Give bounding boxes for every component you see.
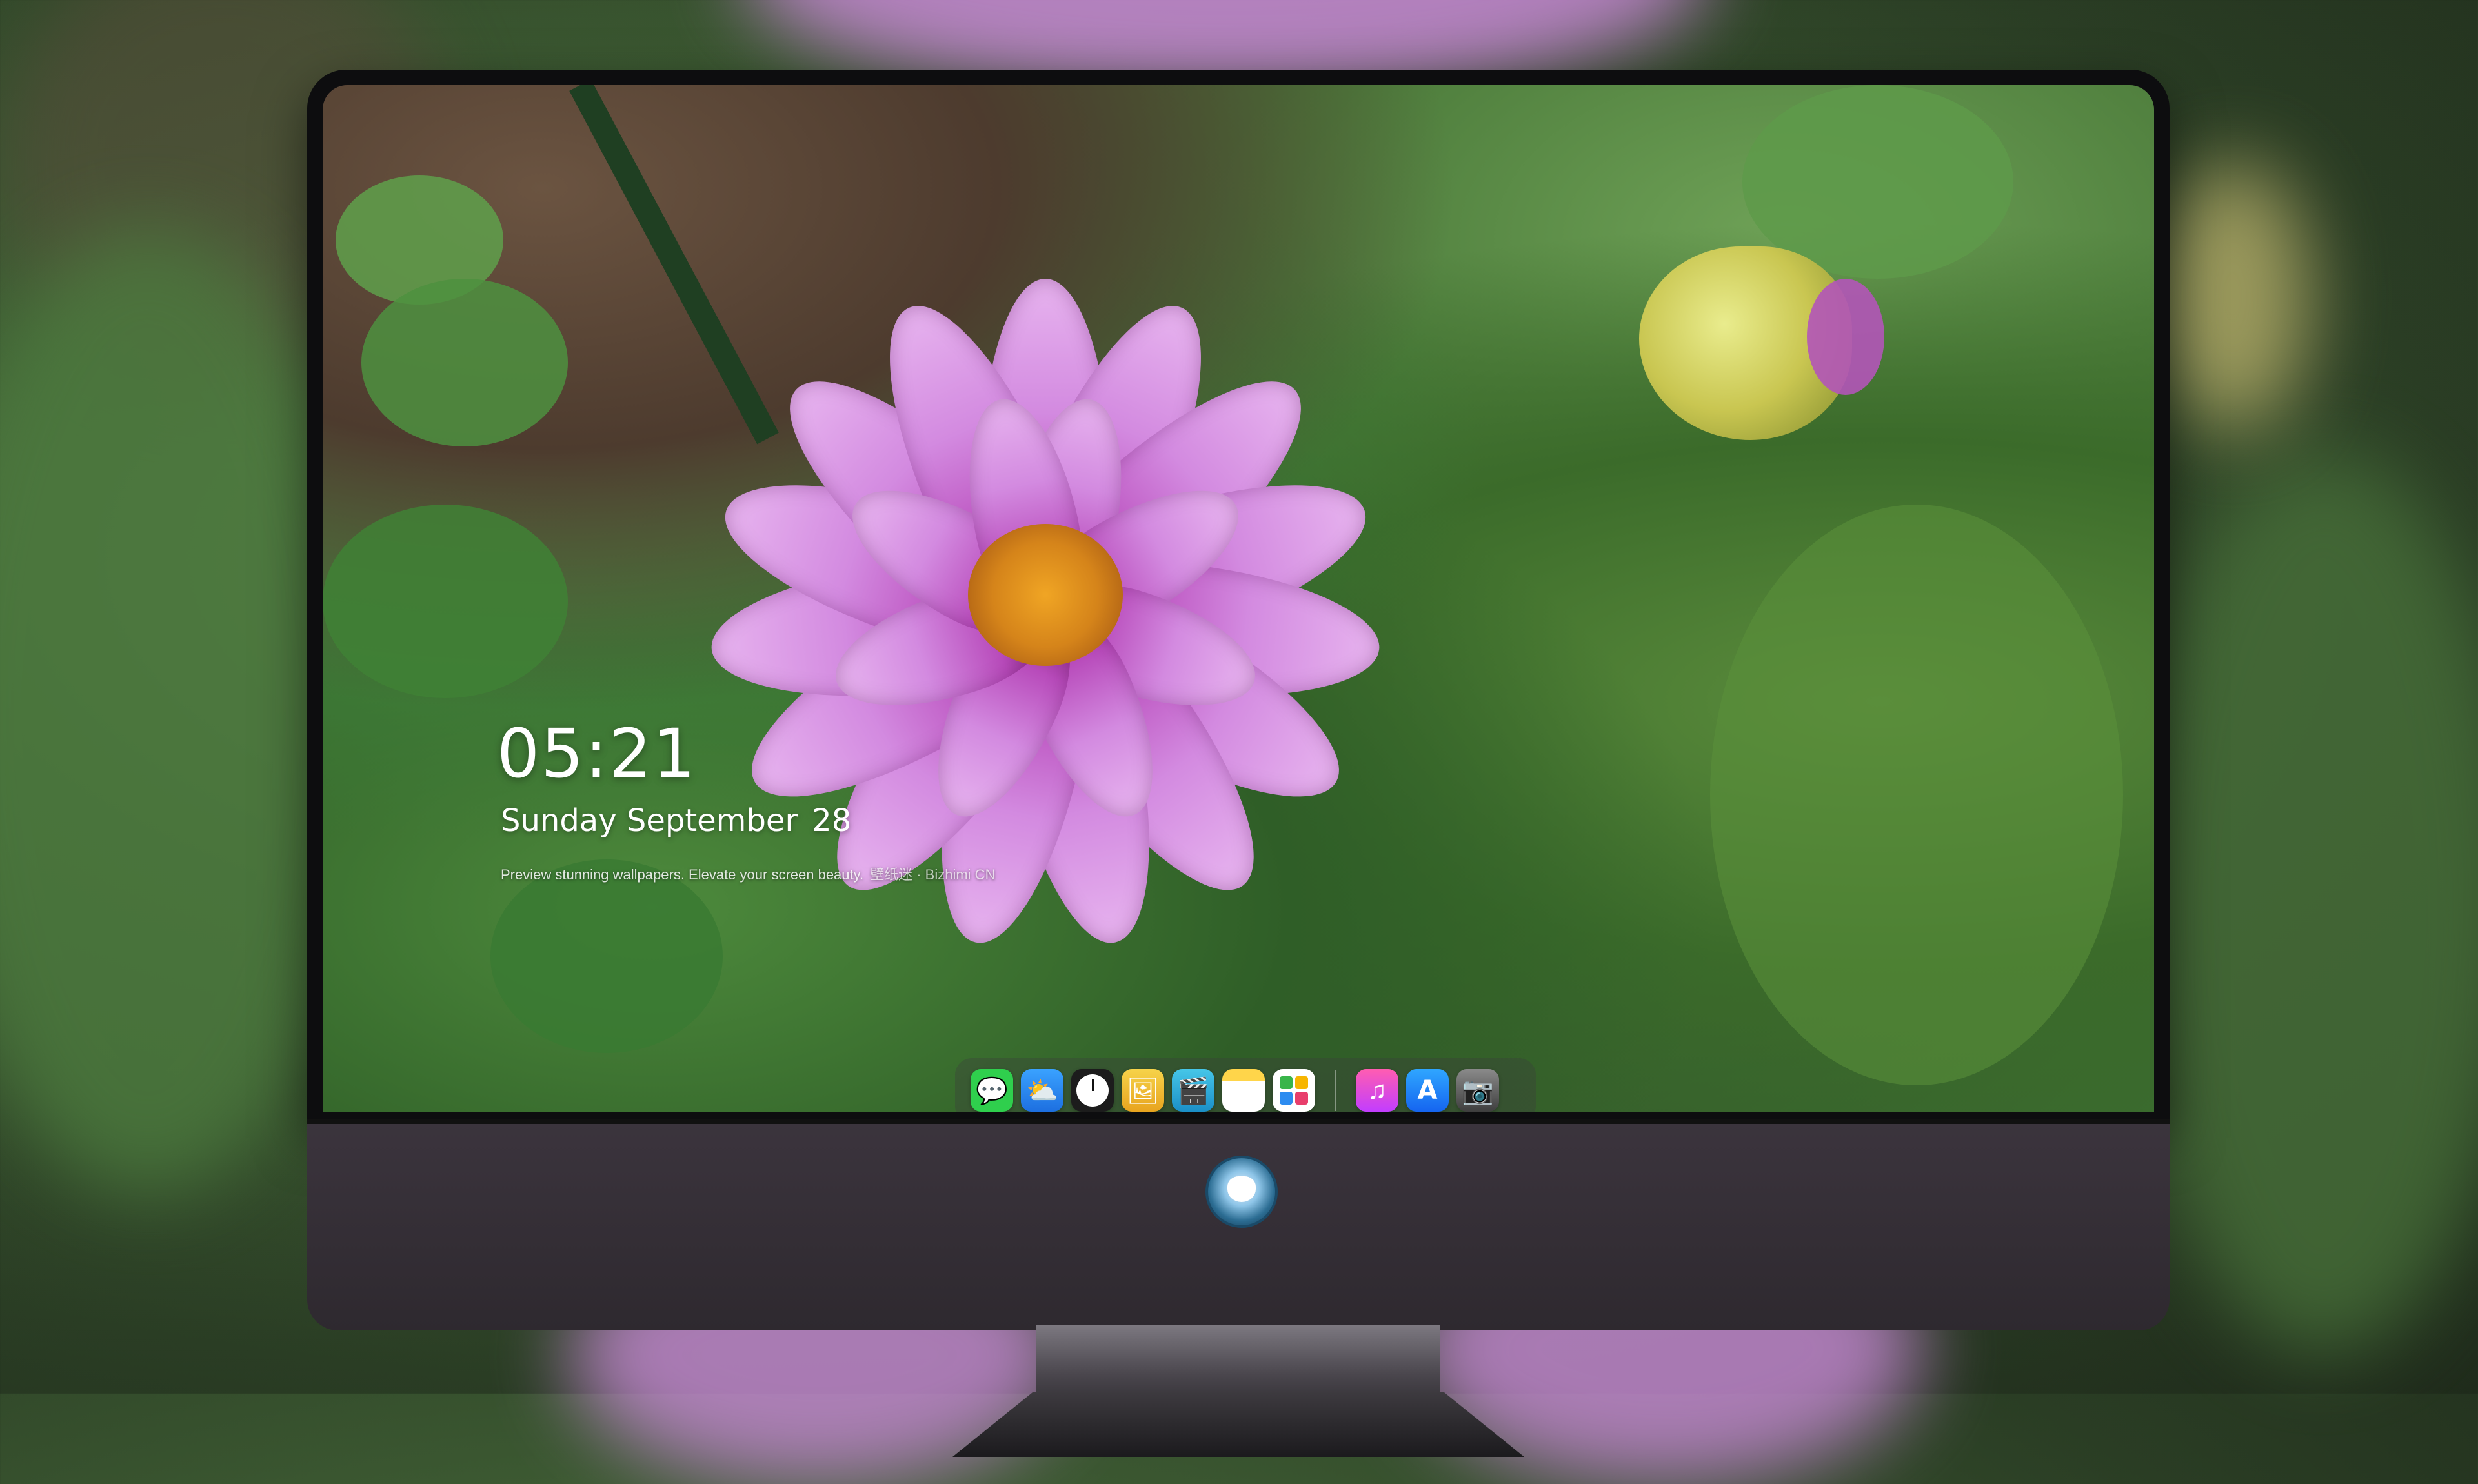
photos-grid <box>1280 1076 1308 1105</box>
weather-icon[interactable]: ⛅ <box>1021 1069 1063 1112</box>
date-day: 28 <box>812 803 852 839</box>
preview-icon[interactable]: 🖼 <box>1122 1069 1164 1112</box>
messages-icon[interactable]: 💬 <box>971 1069 1013 1112</box>
photos-tile <box>1280 1092 1293 1105</box>
wallpaper-tagline: Preview stunning wallpapers. Elevate you… <box>501 863 995 884</box>
dock: 💬 ⛅ 🖼 🎬 ♫ A 📷 <box>955 1058 1536 1112</box>
dahlia-flower <box>684 111 1407 1112</box>
lock-screen: 05:21 Sunday September 28 Preview stunnin… <box>323 85 2154 1112</box>
background-blur <box>2130 452 2478 1355</box>
claquette-icon[interactable]: 🎬 <box>1172 1069 1214 1112</box>
app-store-icon[interactable]: A <box>1406 1069 1449 1112</box>
background-blur <box>2155 161 2310 432</box>
clock-face <box>1076 1074 1109 1107</box>
wallpaper-leaf <box>1710 505 2123 1085</box>
photos-tile <box>1295 1092 1308 1105</box>
tagline-text: Preview stunning wallpapers. Elevate you… <box>501 867 864 883</box>
date-weekday-month: Sunday September <box>501 803 798 839</box>
notes-icon[interactable] <box>1222 1069 1265 1112</box>
camera-icon[interactable]: 📷 <box>1456 1069 1499 1112</box>
photos-icon[interactable] <box>1273 1069 1315 1112</box>
brand-text: 壁纸迷 · Bizhimi CN <box>870 867 996 883</box>
flower-center <box>968 524 1123 666</box>
brand-logo-mascot <box>1227 1176 1256 1202</box>
monitor-stand-base <box>952 1392 1524 1457</box>
clock-icon[interactable] <box>1071 1069 1114 1112</box>
clock-hand <box>1092 1079 1094 1091</box>
brand-logo <box>1205 1156 1278 1228</box>
wallpaper-leaf <box>323 505 568 698</box>
monitor: 05:21 Sunday September 28 Preview stunnin… <box>307 70 2170 1457</box>
photos-tile <box>1295 1076 1308 1089</box>
photos-tile <box>1280 1076 1293 1089</box>
dock-separator <box>1335 1070 1336 1111</box>
wallpaper-leaf <box>361 279 568 446</box>
music-icon[interactable]: ♫ <box>1356 1069 1398 1112</box>
flower-bud-tip <box>1807 279 1884 395</box>
lock-screen-date: Sunday September 28 <box>501 803 865 839</box>
lock-screen-time: 05:21 <box>497 714 697 793</box>
